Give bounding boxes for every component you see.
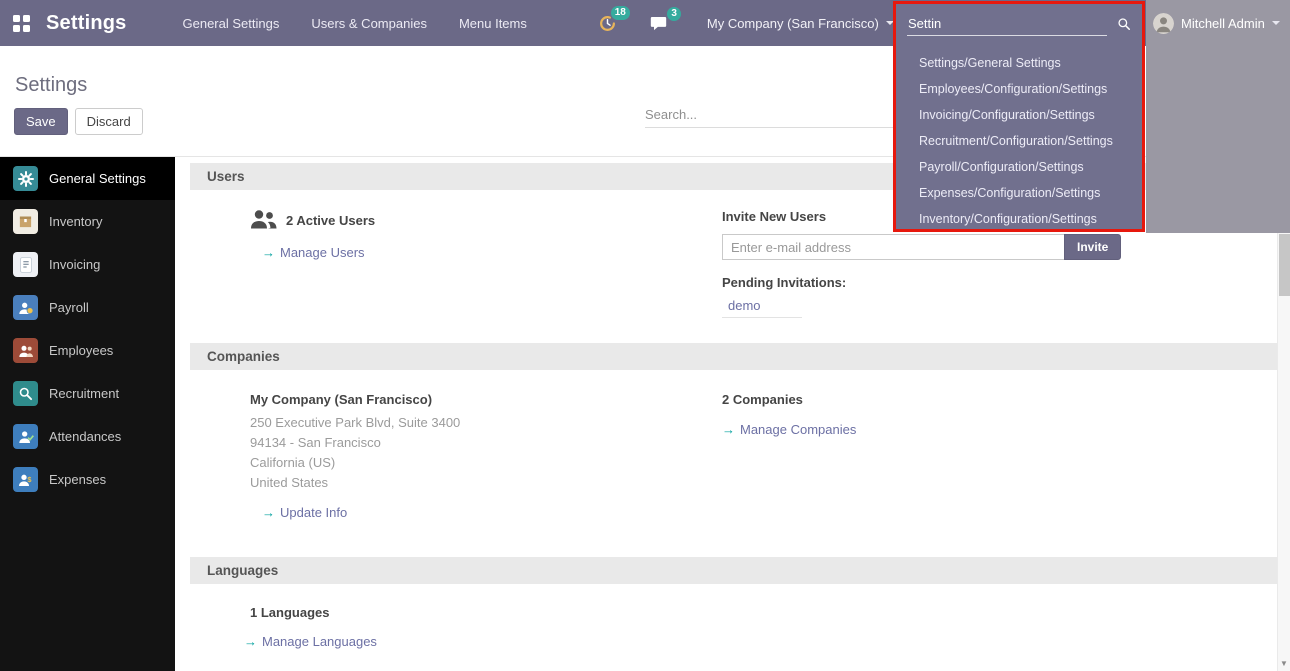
company-address-line: United States <box>250 473 722 493</box>
languages-count: 1 Languages <box>250 605 722 620</box>
companies-count: 2 Companies <box>722 392 1277 407</box>
pending-invitation-row: demo <box>722 298 802 318</box>
vertical-scrollbar[interactable] <box>1277 157 1290 671</box>
sidebar-item-recruitment[interactable]: Recruitment <box>0 372 175 415</box>
menu-search-result[interactable]: Payroll/Configuration/Settings <box>896 154 1142 180</box>
update-info-link[interactable]: Update Info <box>262 505 347 520</box>
main-body: General Settings Inventory Invoicing Pay… <box>0 157 1290 671</box>
payroll-person-icon <box>13 295 38 320</box>
sidebar-item-label: Employees <box>49 343 113 358</box>
sidebar-item-inventory[interactable]: Inventory <box>0 200 175 243</box>
menu-search-results: Settings/General Settings Employees/Conf… <box>896 43 1142 232</box>
systray: 18 3 <box>599 15 701 32</box>
menu-search-input[interactable] <box>907 12 1107 36</box>
section-title-languages: Languages <box>190 557 1277 584</box>
odoo-settings-screen: Settings General Settings Users & Compan… <box>0 0 1290 671</box>
sidebar-item-invoicing[interactable]: Invoicing <box>0 243 175 286</box>
pending-invite-demo-link[interactable]: demo <box>728 298 761 313</box>
user-panel: Mitchell Admin <box>1146 0 1290 233</box>
gear-icon <box>13 166 38 191</box>
menu-search-result[interactable]: Inventory/Configuration/Settings <box>896 206 1142 232</box>
messages-badge: 3 <box>667 7 681 21</box>
sidebar-item-employees[interactable]: Employees <box>0 329 175 372</box>
company-display-name: My Company (San Francisco) <box>250 392 722 407</box>
control-buttons: Save Discard <box>14 108 143 135</box>
menu-users-companies[interactable]: Users & Companies <box>311 16 427 31</box>
sidebar-item-label: Attendances <box>49 429 121 444</box>
sidebar-item-label: Payroll <box>49 300 89 315</box>
sidebar-item-label: General Settings <box>49 171 146 186</box>
languages-section: 1 Languages Manage Languages <box>190 584 1277 649</box>
company-switcher[interactable]: My Company (San Francisco) <box>707 16 894 31</box>
expense-person-icon: $ <box>13 467 38 492</box>
record-search-input[interactable] <box>645 102 895 128</box>
company-address-line: 250 Executive Park Blvd, Suite 3400 <box>250 413 722 433</box>
box-icon <box>13 209 38 234</box>
company-address-line: California (US) <box>250 453 722 473</box>
scrollbar-down-arrow-icon[interactable] <box>1278 657 1290 670</box>
companies-section: My Company (San Francisco) 250 Executive… <box>190 370 1277 557</box>
sidebar-item-label: Recruitment <box>49 386 119 401</box>
menu-search-result[interactable]: Invoicing/Configuration/Settings <box>896 102 1142 128</box>
manage-companies-link[interactable]: Manage Companies <box>722 422 856 437</box>
sidebar-item-general-settings[interactable]: General Settings <box>0 157 175 200</box>
menu-search-row <box>896 4 1142 43</box>
menu-search-result[interactable]: Expenses/Configuration/Settings <box>896 180 1142 206</box>
arrow-right-icon <box>722 422 735 437</box>
section-title-companies: Companies <box>190 343 1277 370</box>
settings-content: Users 2 Active Users Manage Users <box>175 157 1277 671</box>
arrow-right-icon <box>262 505 275 520</box>
user-avatar <box>1153 13 1174 34</box>
invite-button[interactable]: Invite <box>1064 234 1121 260</box>
discard-button[interactable]: Discard <box>75 108 143 135</box>
arrow-right-icon <box>244 634 257 649</box>
search-icon[interactable] <box>1117 17 1131 31</box>
user-name: Mitchell Admin <box>1181 16 1265 31</box>
app-title: Settings <box>46 12 127 35</box>
save-button[interactable]: Save <box>14 108 68 135</box>
scrollbar-thumb[interactable] <box>1279 234 1290 296</box>
employees-people-icon <box>13 338 38 363</box>
activity-clock-icon[interactable]: 18 <box>599 15 616 32</box>
arrow-right-icon <box>262 245 275 260</box>
user-menu[interactable]: Mitchell Admin <box>1146 0 1290 46</box>
invite-email-input[interactable] <box>722 234 1065 260</box>
active-users-count: 2 Active Users <box>286 213 375 228</box>
sidebar-item-label: Invoicing <box>49 257 100 272</box>
sidebar-item-attendances[interactable]: Attendances <box>0 415 175 458</box>
manage-languages-link[interactable]: Manage Languages <box>244 634 377 649</box>
manage-users-link[interactable]: Manage Users <box>262 245 365 260</box>
navbar-menu: General Settings Users & Companies Menu … <box>183 16 527 31</box>
sidebar-item-payroll[interactable]: Payroll <box>0 286 175 329</box>
settings-sidebar: General Settings Inventory Invoicing Pay… <box>0 157 175 671</box>
menu-search-result[interactable]: Settings/General Settings <box>896 50 1142 76</box>
menu-search-result[interactable]: Employees/Configuration/Settings <box>896 76 1142 102</box>
chevron-down-icon <box>1272 21 1280 25</box>
magnifier-icon <box>13 381 38 406</box>
menu-search-dropdown: Settings/General Settings Employees/Conf… <box>893 1 1145 232</box>
page-title: Settings <box>15 74 87 97</box>
company-address-line: 94134 - San Francisco <box>250 433 722 453</box>
activity-badge: 18 <box>611 6 630 20</box>
sidebar-item-label: Expenses <box>49 472 106 487</box>
invoice-document-icon <box>13 252 38 277</box>
pending-invitations-label: Pending Invitations: <box>722 275 1277 290</box>
sidebar-item-label: Inventory <box>49 214 102 229</box>
sidebar-item-expenses[interactable]: $ Expenses <box>0 458 175 501</box>
menu-menu-items[interactable]: Menu Items <box>459 16 527 31</box>
company-name: My Company (San Francisco) <box>707 16 879 31</box>
menu-general-settings[interactable]: General Settings <box>183 16 280 31</box>
messages-icon[interactable]: 3 <box>650 16 667 31</box>
svg-text:$: $ <box>27 475 31 484</box>
attendance-check-icon <box>13 424 38 449</box>
apps-grid-icon[interactable] <box>13 15 30 32</box>
users-icon <box>250 209 277 232</box>
menu-search-result[interactable]: Recruitment/Configuration/Settings <box>896 128 1142 154</box>
